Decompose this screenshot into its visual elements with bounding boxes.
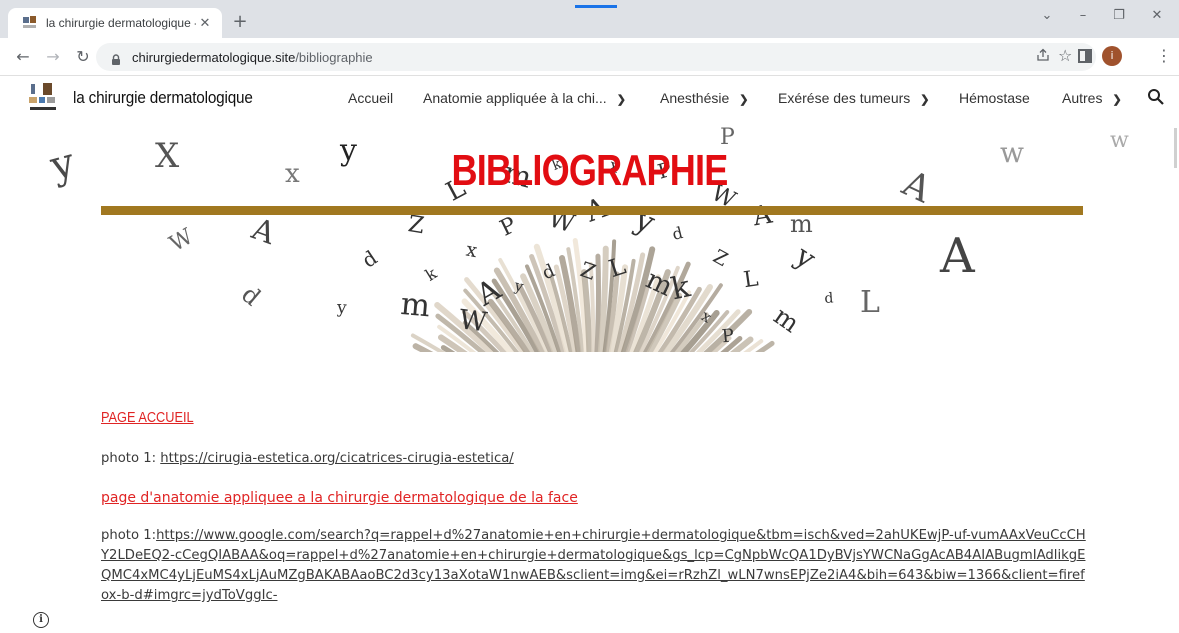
nav-label: Anatomie appliquée à la chi... xyxy=(423,90,607,106)
svg-text:P: P xyxy=(721,325,735,347)
browser-tab[interactable]: la chirurgie dermatologique - Bi ✕ xyxy=(8,8,222,38)
chevron-down-icon[interactable]: ❯ xyxy=(1112,93,1121,106)
site-header: la chirurgie dermatologique Accueil Anat… xyxy=(0,76,1179,122)
svg-text:Z: Z xyxy=(709,245,731,271)
profile-avatar[interactable]: i xyxy=(1102,46,1122,66)
heading-page-accueil[interactable]: PAGE ACCUEIL xyxy=(101,409,194,426)
svg-text:x: x xyxy=(464,239,479,263)
citation-link[interactable]: https://www.google.com/search?q=rappel+d… xyxy=(101,528,1086,603)
svg-text:W: W xyxy=(166,224,198,257)
nav-autres[interactable]: Autres ❯ xyxy=(1062,90,1122,106)
nav-anatomie[interactable]: Anatomie appliquée à la chi... ❯ xyxy=(423,90,626,106)
scrollbar[interactable] xyxy=(1174,128,1177,168)
svg-text:d: d xyxy=(236,280,266,311)
menu-kebab-icon[interactable]: ⋮ xyxy=(1156,46,1172,65)
svg-text:d: d xyxy=(824,290,834,307)
minimize-button[interactable]: – xyxy=(1068,8,1098,23)
svg-text:d: d xyxy=(670,223,685,244)
svg-text:y: y xyxy=(789,238,823,276)
heading-page-anatomie[interactable]: page d'anatomie appliquee a la chirurgie… xyxy=(101,490,578,506)
nav-label: Hémostase xyxy=(959,90,1030,106)
browser-tab-strip: la chirurgie dermatologique - Bi ✕ + ⌄ –… xyxy=(0,0,1179,38)
chevron-down-icon[interactable]: ❯ xyxy=(617,93,626,106)
share-icon[interactable] xyxy=(1036,48,1050,66)
hero-banner: y X w w A W x A A L y m d P ymdWkZAxLyPm… xyxy=(0,122,1179,352)
chevron-down-icon[interactable]: ❯ xyxy=(739,93,748,106)
svg-text:w: w xyxy=(1110,128,1129,153)
address-bar[interactable]: chirurgiedermatologique.site/bibliograph… xyxy=(96,43,1096,71)
svg-text:L: L xyxy=(605,252,629,284)
tab-search-icon[interactable]: ⌄ xyxy=(1032,8,1062,23)
svg-text:m: m xyxy=(769,301,805,339)
site-favicon-icon xyxy=(22,15,38,31)
svg-text:W: W xyxy=(457,304,489,338)
nav-exerese[interactable]: Exérése des tumeurs ❯ xyxy=(778,90,930,106)
nav-label: Anesthésie xyxy=(660,90,730,106)
tab-indicator xyxy=(575,5,617,8)
site-title[interactable]: la chirurgie dermatologique xyxy=(73,88,253,108)
svg-text:A: A xyxy=(939,228,976,284)
svg-text:d: d xyxy=(357,245,381,272)
url-path: /bibliographie xyxy=(295,49,373,65)
reload-icon[interactable]: ↻ xyxy=(72,47,94,66)
svg-text:y: y xyxy=(335,298,347,319)
nav-label: Exérése des tumeurs xyxy=(778,90,911,106)
new-tab-button[interactable]: + xyxy=(228,11,252,35)
nav-hemostase[interactable]: Hémostase xyxy=(959,90,1030,106)
nav-label: Autres xyxy=(1062,90,1103,106)
site-logo[interactable] xyxy=(28,82,60,116)
close-window-button[interactable]: ✕ xyxy=(1142,8,1172,23)
close-tab-icon[interactable]: ✕ xyxy=(196,16,214,31)
info-icon[interactable]: i xyxy=(33,612,49,628)
svg-text:k: k xyxy=(422,263,441,284)
svg-text:A: A xyxy=(246,211,280,252)
section-heading: page d'anatomie appliquee a la chirurgie… xyxy=(101,487,578,506)
citation-paragraph: photo 1:https://www.google.com/search?q=… xyxy=(101,526,1091,606)
nav-accueil[interactable]: Accueil xyxy=(348,90,393,106)
tab-title: la chirurgie dermatologique - Bi xyxy=(46,16,196,30)
url-domain: chirurgiedermatologique.site xyxy=(132,49,296,65)
bookmark-star-icon[interactable]: ☆ xyxy=(1058,46,1072,65)
citation-paragraph: photo 1: https://cirugia-estetica.org/ci… xyxy=(101,449,514,469)
search-icon[interactable] xyxy=(1147,88,1165,106)
citation-link[interactable]: https://cirugia-estetica.org/cicatrices-… xyxy=(160,451,513,466)
page-title: BIBLIOGRAPHIE xyxy=(451,146,728,195)
chevron-down-icon[interactable]: ❯ xyxy=(920,93,929,106)
title-underline-bar xyxy=(101,206,1083,215)
svg-text:A: A xyxy=(750,199,776,232)
section-heading: PAGE ACCUEIL xyxy=(101,407,210,426)
svg-text:m: m xyxy=(399,286,431,324)
lock-icon[interactable] xyxy=(110,51,122,65)
nav-anesthesie[interactable]: Anesthésie ❯ xyxy=(660,90,749,106)
svg-text:y: y xyxy=(45,139,80,190)
citation-label: photo 1: xyxy=(101,528,157,543)
side-panel-icon[interactable] xyxy=(1078,49,1092,63)
back-icon[interactable]: ← xyxy=(12,47,34,66)
svg-text:L: L xyxy=(860,285,880,320)
svg-text:L: L xyxy=(742,266,760,293)
nav-label: Accueil xyxy=(348,90,394,106)
restore-button[interactable]: ❐ xyxy=(1104,8,1134,23)
citation-label: photo 1: xyxy=(101,451,161,466)
svg-text:Z: Z xyxy=(406,211,426,239)
browser-toolbar: ← → ↻ chirurgiedermatologique.site/bibli… xyxy=(0,38,1179,76)
forward-icon[interactable]: → xyxy=(42,47,64,66)
svg-text:P: P xyxy=(496,213,520,242)
